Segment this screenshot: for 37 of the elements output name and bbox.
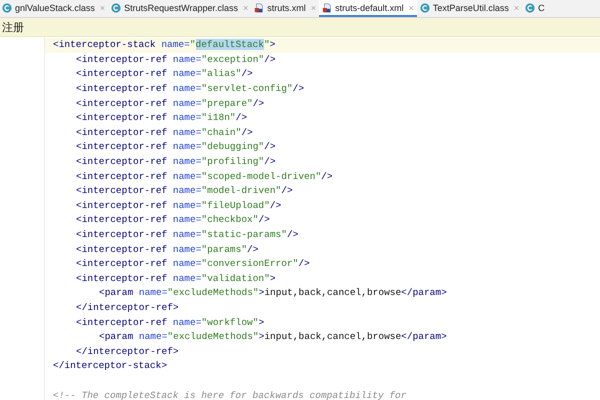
code-line: <interceptor-stack name="defaultStack">: [53, 39, 276, 52]
code-line: <interceptor-ref name="debugging"/>: [76, 141, 276, 154]
code-line: <interceptor-ref name="static-params"/>: [76, 229, 298, 242]
code-line: </interceptor-stack>: [53, 360, 168, 372]
code-line: <!-- The completeStack is here for backwards compatibility for: [53, 390, 406, 400]
code-line: <interceptor-ref name="params"/>: [76, 244, 258, 256]
code-line: <interceptor-ref name="model-driven"/>: [76, 185, 293, 198]
class-icon: [420, 2, 430, 12]
code-line: </interceptor-ref>: [76, 346, 179, 358]
editor-tab[interactable]: StrutsRequestWrapper.class ×: [108, 0, 252, 17]
file-icon: [254, 2, 264, 12]
code-line: <interceptor-ref name="chain"/>: [76, 126, 253, 139]
class-icon: [2, 2, 12, 12]
code-line: <interceptor-ref name="prepare"/>: [76, 98, 264, 110]
editor-tab[interactable]: struts.xml ×: [251, 0, 320, 17]
editor-tab[interactable]: C: [522, 0, 548, 17]
code-line: <param name="excludeMethods">input,back,cancel,browse</param>: [99, 331, 447, 344]
code-line: <interceptor-ref name="profiling"/>: [76, 156, 276, 168]
notification-text: 注册: [2, 20, 24, 34]
code-line: <interceptor-ref name="alias"/>: [76, 68, 253, 80]
editor-tab[interactable]: TextParseUtil.class ×: [416, 0, 522, 17]
code-line: <interceptor-ref name="workflow">: [76, 316, 264, 329]
class-icon: [525, 2, 536, 12]
code-line: <interceptor-ref name="exception"/>: [76, 54, 276, 66]
code-line: <param name="excludeMethods">input,back,cancel,browse</param>: [99, 287, 447, 300]
code-line: <interceptor-ref name="scoped-model-driven"/>: [76, 170, 333, 183]
code-line: <interceptor-ref name="i18n"/>: [76, 112, 248, 124]
code-line: <interceptor-ref name="validation">: [76, 272, 276, 285]
code-line: <interceptor-ref name="conversionError"/>: [76, 258, 310, 270]
class-icon: [111, 2, 122, 12]
code-line: </interceptor-ref>: [76, 302, 179, 314]
editor-tab[interactable]: struts-default.xml ×: [319, 0, 417, 17]
code-line: <interceptor-ref name="fileUpload"/>: [76, 200, 282, 212]
editor-tab[interactable]: gnlValueStack.class ×: [0, 0, 108, 17]
file-icon: [322, 2, 332, 12]
code-line: <interceptor-ref name="checkbox"/>: [76, 214, 270, 226]
code-line: <interceptor-ref name="servlet-config"/>: [76, 83, 304, 96]
